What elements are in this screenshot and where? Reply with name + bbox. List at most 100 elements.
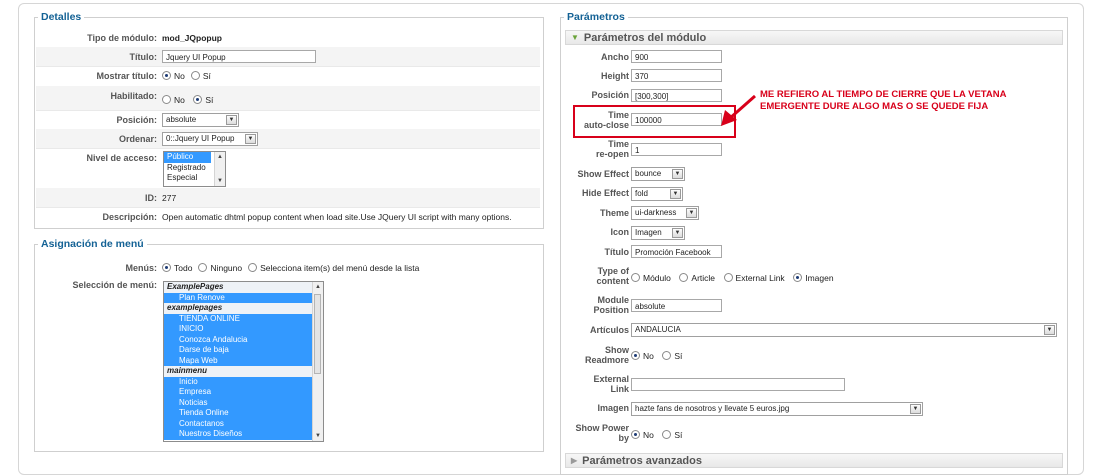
readmore-no-option[interactable]: No <box>631 351 654 361</box>
type-article-option[interactable]: Article <box>679 273 715 283</box>
chevron-down-icon[interactable]: ▼ <box>1044 325 1055 335</box>
row-titulo: Título: Jquery UI Popup <box>36 47 540 67</box>
radio-icon[interactable] <box>662 351 672 360</box>
time-reopen-input[interactable]: 1 <box>631 143 722 156</box>
height-label: Height <box>601 71 629 81</box>
imagen-select[interactable]: hazte fans de nosotros y llevate 5 euros… <box>631 402 923 416</box>
radio-icon[interactable] <box>631 430 640 439</box>
readmore-si-label: Sí <box>674 351 683 361</box>
chevron-down-icon[interactable]: ▼ <box>245 133 256 144</box>
external-link-label-line1: External <box>593 374 629 384</box>
show-readmore-label-line1: Show <box>605 345 629 355</box>
radio-icon[interactable] <box>193 95 203 104</box>
show-effect-select[interactable]: bounce ▼ <box>631 167 685 181</box>
titulo-input[interactable]: Jquery UI Popup <box>162 50 316 63</box>
ancho-input[interactable]: 900 <box>631 50 722 63</box>
menus-selecciona-label: Selecciona item(s) del menú desde la lis… <box>260 262 420 273</box>
chevron-down-icon[interactable]: ▼ <box>910 404 921 414</box>
annotation-arrow <box>721 94 756 126</box>
height-input[interactable]: 370 <box>631 69 722 82</box>
scroll-up-icon[interactable]: ▲ <box>313 282 323 292</box>
radio-icon[interactable] <box>190 71 200 80</box>
type-external-option[interactable]: External Link <box>723 273 785 283</box>
menu-item[interactable]: TIENDA ONLINE <box>164 313 312 324</box>
show-powerby-label: Show Power by <box>566 423 629 443</box>
titulo-param-input[interactable]: Promoción Facebook <box>631 245 722 258</box>
type-content-label: Type of content <box>566 266 630 286</box>
radio-icon[interactable] <box>679 273 689 282</box>
menu-item[interactable]: Noticias <box>164 397 312 408</box>
menu-scrollbar[interactable]: ▲ ▼ <box>312 282 323 441</box>
ordenar-value: 0::Jquery UI Popup <box>166 133 235 143</box>
radio-icon[interactable] <box>631 351 640 360</box>
radio-icon[interactable] <box>162 95 171 104</box>
external-link-input[interactable] <box>631 378 845 391</box>
expand-triangle-icon: ▼ <box>571 33 579 42</box>
scroll-up-icon[interactable]: ▲ <box>215 152 225 162</box>
menu-item[interactable]: Contactanos <box>164 418 312 429</box>
acceso-label: Nivel de acceso: <box>86 153 157 163</box>
chevron-down-icon[interactable]: ▼ <box>670 189 681 199</box>
radio-icon[interactable] <box>198 262 208 272</box>
module-position-input[interactable]: absolute <box>631 299 722 312</box>
powerby-si-option[interactable]: Sí <box>662 430 682 440</box>
asignacion-legend: Asignación de menú <box>41 238 144 250</box>
menu-item[interactable]: INICIO <box>164 324 312 335</box>
scroll-down-icon[interactable]: ▼ <box>215 176 225 186</box>
menu-item[interactable]: Tienda Online <box>164 408 312 419</box>
radio-icon[interactable] <box>631 273 640 282</box>
hab-no-option[interactable]: No <box>162 95 185 105</box>
chevron-down-icon[interactable]: ▼ <box>226 114 237 125</box>
icon-select[interactable]: Imagen ▼ <box>631 226 685 240</box>
menu-item[interactable]: Nuestros Diseños <box>164 429 312 440</box>
hab-si-option[interactable]: Sí <box>193 95 213 105</box>
radio-icon[interactable] <box>162 262 171 272</box>
titulo-label: Título: <box>129 51 158 62</box>
radio-icon[interactable] <box>248 262 258 272</box>
scroll-down-icon[interactable]: ▼ <box>313 431 323 441</box>
menus-ninguno-option[interactable]: Ninguno <box>198 262 242 273</box>
posicion-value: absolute <box>166 114 197 124</box>
articulos-select[interactable]: ANDALUCIA ▼ <box>631 323 1057 337</box>
menu-item[interactable]: Plan Renove <box>164 292 312 303</box>
mostrar-si-option[interactable]: Sí <box>190 71 211 81</box>
theme-select[interactable]: ui-darkness ▼ <box>631 206 699 220</box>
hide-effect-select[interactable]: fold ▼ <box>631 187 683 201</box>
menus-todo-option[interactable]: Todo <box>162 262 192 273</box>
type-imagen-option[interactable]: Imagen <box>793 273 834 283</box>
menu-listbox[interactable]: ExamplePages Plan Renove examplepages TI… <box>163 281 324 442</box>
chevron-down-icon[interactable]: ▼ <box>672 228 683 238</box>
show-powerby-label-line1: Show Power <box>575 423 629 433</box>
type-modulo-option[interactable]: Módulo <box>631 273 671 283</box>
chevron-down-icon[interactable]: ▼ <box>672 169 683 179</box>
type-content-radios: Módulo Article External Link Imagen <box>631 273 840 283</box>
ordenar-select[interactable]: 0::Jquery UI Popup ▼ <box>162 131 258 146</box>
show-effect-label: Show Effect <box>577 169 629 179</box>
radio-icon[interactable] <box>162 71 171 80</box>
icon-label: Icon <box>610 227 629 237</box>
menu-item[interactable]: Mapa Web <box>164 355 312 366</box>
acceso-listbox[interactable]: Público Registrado Especial ▲ ▼ <box>163 151 226 187</box>
mostrar-label: Mostrar título: <box>96 71 158 81</box>
powerby-no-option[interactable]: No <box>631 430 654 440</box>
menu-item[interactable]: Inicio <box>164 376 312 387</box>
panel-header-parametros-modulo[interactable]: ▼ Parámetros del módulo <box>565 30 1063 45</box>
menus-selecciona-option[interactable]: Selecciona item(s) del menú desde la lis… <box>248 262 420 273</box>
menu-item[interactable]: Conozca Andalucia <box>164 334 312 345</box>
posicion-select[interactable]: absolute ▼ <box>162 112 239 127</box>
annotation-note: ME REFIERO AL TIEMPO DE CIERRE QUE LA VE… <box>760 89 1007 113</box>
acceso-option[interactable]: Público <box>164 152 211 163</box>
chevron-down-icon[interactable]: ▼ <box>686 208 697 218</box>
radio-icon[interactable] <box>793 273 803 282</box>
readmore-si-option[interactable]: Sí <box>662 351 682 361</box>
scroll-thumb[interactable] <box>314 294 321 374</box>
row-descripcion: Descripción: Open automatic dhtml popup … <box>36 207 540 226</box>
time-reopen-label-line2: re-open <box>595 149 629 159</box>
menu-item[interactable]: Empresa <box>164 387 312 398</box>
mostrar-no-option[interactable]: No <box>162 71 185 81</box>
radio-icon[interactable] <box>662 430 672 439</box>
acceso-scrollbar[interactable]: ▲ ▼ <box>214 152 225 186</box>
radio-icon[interactable] <box>723 273 733 282</box>
posicion-param-input[interactable]: [300,300] <box>631 89 722 102</box>
menu-item[interactable]: Darse de baja <box>164 345 312 356</box>
